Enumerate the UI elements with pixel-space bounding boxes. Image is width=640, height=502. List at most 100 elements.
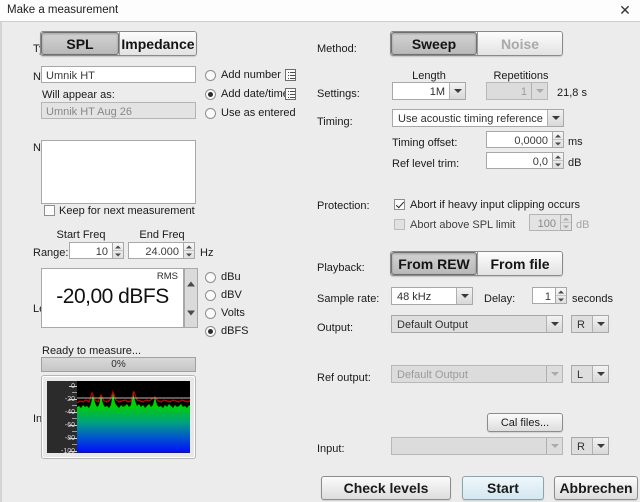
method-option-sweep[interactable]: Sweep <box>391 32 477 55</box>
chevron-down-icon[interactable] <box>592 316 608 332</box>
playback-option-from-file[interactable]: From file <box>478 252 562 275</box>
ref-level-trim-unit: dB <box>568 157 581 169</box>
radio-add-datetime[interactable] <box>205 89 216 100</box>
playback-toggle-group[interactable]: From REW From file <box>390 251 563 276</box>
output-device-combo[interactable]: Default Output <box>391 315 563 333</box>
type-option-spl[interactable]: SPL <box>41 32 119 55</box>
method-toggle-group[interactable]: Sweep Noise <box>390 31 563 56</box>
length-combo[interactable]: 1M <box>392 82 466 100</box>
method-label: Method: <box>317 43 357 55</box>
cal-files-button[interactable]: Cal files... <box>487 413 563 432</box>
end-freq-input[interactable]: 24.000 <box>128 242 184 259</box>
radio-add-number[interactable] <box>205 70 216 81</box>
ref-output-channel-value: L <box>577 369 583 381</box>
ref-level-trim-input[interactable]: 0,0 <box>486 152 553 169</box>
title-bar: Make a measurement ✕ <box>0 0 640 22</box>
add-number-template-icon[interactable] <box>285 69 296 81</box>
timing-label: Timing: <box>317 116 353 128</box>
chevron-down-icon[interactable] <box>592 366 608 382</box>
method-option-noise[interactable]: Noise <box>478 32 562 55</box>
delay-input[interactable]: 1 <box>532 287 556 304</box>
playback-label: Playback: <box>317 262 365 274</box>
delay-spinner[interactable] <box>556 287 567 304</box>
window-left-edge <box>0 0 2 502</box>
radio-add-number-label: Add number <box>221 69 281 81</box>
abort-spl-limit-checkbox[interactable] <box>394 219 405 230</box>
timing-offset-input[interactable]: 0,0000 <box>486 131 553 148</box>
range-label: Range: <box>33 247 68 259</box>
radio-level-volts-label: Volts <box>221 307 245 319</box>
output-device-value: Default Output <box>397 319 468 331</box>
playback-option-from-rew[interactable]: From REW <box>391 252 477 275</box>
radio-level-dbv[interactable] <box>205 290 216 301</box>
name-input[interactable]: Umnik HT <box>41 66 196 83</box>
start-button[interactable]: Start <box>462 476 544 500</box>
ref-output-device-value: Default Output <box>397 369 468 381</box>
radio-level-dbfs[interactable] <box>205 326 216 337</box>
input-spectrum-canvas: 0 -20 -40 -60 -80 -100 <box>47 381 190 453</box>
type-option-impedance[interactable]: Impedance <box>120 32 196 55</box>
ref-output-channel-combo[interactable]: L <box>571 365 609 383</box>
keep-for-next-measurement-checkbox[interactable] <box>44 205 55 216</box>
timing-reference-value: Use acoustic timing reference <box>398 113 543 125</box>
chevron-down-icon[interactable] <box>456 288 472 304</box>
repetitions-label: Repetitions <box>481 70 561 82</box>
spectrum-plot <box>77 381 190 453</box>
chevron-down-icon[interactable] <box>546 316 562 332</box>
notes-textarea[interactable] <box>41 140 196 204</box>
start-freq-label: Start Freq <box>46 229 116 241</box>
abort-clipping-checkbox[interactable] <box>394 199 405 210</box>
spl-limit-input: 100 <box>529 214 561 231</box>
sweep-duration-text: 21,8 s <box>557 87 587 99</box>
timing-reference-combo[interactable]: Use acoustic timing reference <box>392 109 564 127</box>
type-toggle-group[interactable]: SPL Impedance <box>40 31 197 56</box>
sample-rate-label: Sample rate: <box>317 293 379 305</box>
cancel-button[interactable]: Abbrechen <box>554 476 638 500</box>
sample-rate-combo[interactable]: 48 kHz <box>391 287 473 305</box>
level-rms-label: RMS <box>157 271 178 282</box>
timing-offset-label: Timing offset: <box>392 137 457 149</box>
output-channel-combo[interactable]: R <box>571 315 609 333</box>
chevron-down-icon <box>546 366 562 382</box>
output-label: Output: <box>317 322 353 334</box>
add-datetime-template-icon[interactable] <box>285 88 296 100</box>
chevron-down-icon <box>531 83 547 99</box>
level-scrollbar[interactable] <box>184 268 198 328</box>
measurement-dialog: Make a measurement ✕ Type: SPL Impedance… <box>0 0 640 502</box>
output-channel-value: R <box>577 319 585 331</box>
spl-limit-unit: dB <box>576 219 589 231</box>
chevron-down-icon[interactable] <box>592 438 608 454</box>
ref-output-device-combo: Default Output <box>391 365 563 383</box>
close-icon[interactable]: ✕ <box>616 2 634 19</box>
timing-offset-spinner[interactable] <box>553 131 564 148</box>
spectrum-svg <box>77 381 190 453</box>
start-freq-spinner[interactable] <box>113 242 124 259</box>
radio-use-as-entered-label: Use as entered <box>221 107 296 119</box>
radio-level-volts[interactable] <box>205 308 216 319</box>
input-channel-combo[interactable]: R <box>571 437 609 455</box>
radio-add-datetime-label: Add date/time <box>221 88 289 100</box>
spl-limit-spinner <box>561 214 572 231</box>
end-freq-label: End Freq <box>127 229 197 241</box>
progress-label: 0% <box>111 359 125 370</box>
chevron-down-icon[interactable] <box>547 110 563 126</box>
delay-unit: seconds <box>572 293 613 305</box>
ref-output-label: Ref output: <box>317 372 371 384</box>
input-device-label: Input: <box>317 443 345 455</box>
abort-clipping-label: Abort if heavy input clipping occurs <box>410 199 580 211</box>
length-label: Length <box>392 70 466 82</box>
ref-level-trim-label: Ref level trim: <box>392 158 459 170</box>
length-value: 1M <box>430 86 445 98</box>
repetitions-combo: 1 <box>486 82 548 100</box>
chevron-down-icon[interactable] <box>449 83 465 99</box>
radio-level-dbu[interactable] <box>205 272 216 283</box>
keep-for-next-measurement-label: Keep for next measurement <box>59 205 195 217</box>
chevron-down-icon <box>546 438 562 454</box>
level-display: RMS -20,00 dBFS <box>41 268 184 328</box>
ref-level-trim-spinner[interactable] <box>553 152 564 169</box>
start-freq-input[interactable]: 10 <box>69 242 113 259</box>
radio-use-as-entered[interactable] <box>205 108 216 119</box>
check-levels-button[interactable]: Check levels <box>321 476 451 500</box>
abort-spl-limit-label: Abort above SPL limit <box>410 219 515 231</box>
end-freq-spinner[interactable] <box>184 242 195 259</box>
